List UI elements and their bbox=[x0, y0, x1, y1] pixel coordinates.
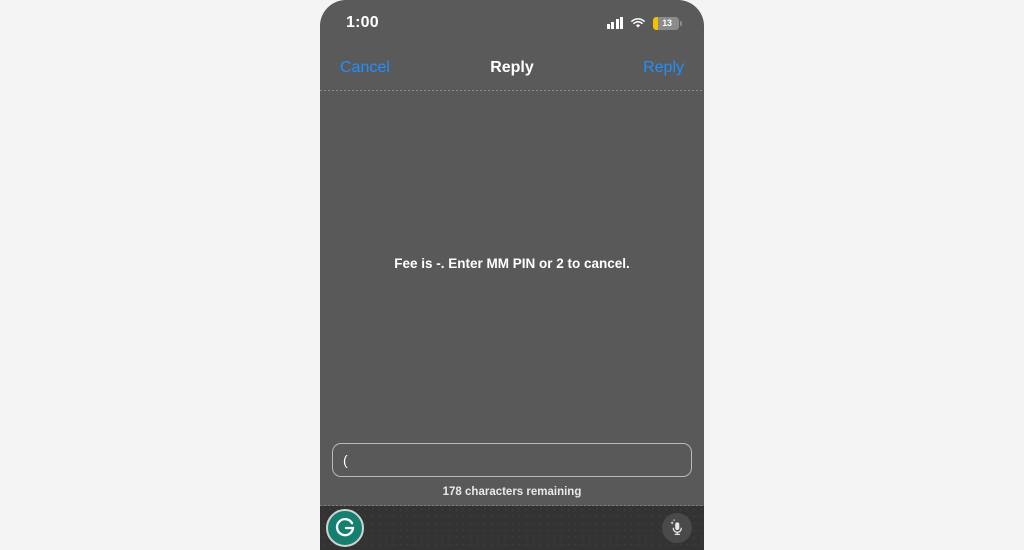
wifi-icon bbox=[630, 17, 646, 29]
battery-level-text: 13 bbox=[662, 18, 672, 28]
battery-icon: 13 bbox=[653, 16, 682, 30]
message-body: Fee is -. Enter MM PIN or 2 to cancel. bbox=[320, 91, 704, 437]
status-bar-time: 1:00 bbox=[346, 14, 379, 31]
cellular-signal-icon bbox=[606, 17, 623, 29]
grammarly-logo-icon[interactable] bbox=[326, 509, 364, 547]
cancel-button[interactable]: Cancel bbox=[340, 59, 390, 77]
compose-field-wrapper bbox=[320, 437, 704, 477]
compose-area: 178 characters remaining bbox=[320, 437, 704, 506]
phone-screen: 1:00 13 Cancel Reply Reply Fee is -. Ent… bbox=[320, 0, 704, 550]
reply-button[interactable]: Reply bbox=[643, 59, 684, 77]
character-counter: 178 characters remaining bbox=[442, 486, 582, 498]
microphone-sparkle-icon[interactable] bbox=[662, 513, 692, 543]
status-bar: 1:00 13 bbox=[320, 0, 704, 46]
keyboard-toolbar bbox=[320, 506, 704, 550]
reply-text-input[interactable] bbox=[332, 443, 692, 477]
status-bar-indicators: 13 bbox=[606, 16, 682, 30]
navigation-bar: Cancel Reply Reply bbox=[320, 46, 704, 90]
message-text: Fee is -. Enter MM PIN or 2 to cancel. bbox=[394, 255, 630, 271]
